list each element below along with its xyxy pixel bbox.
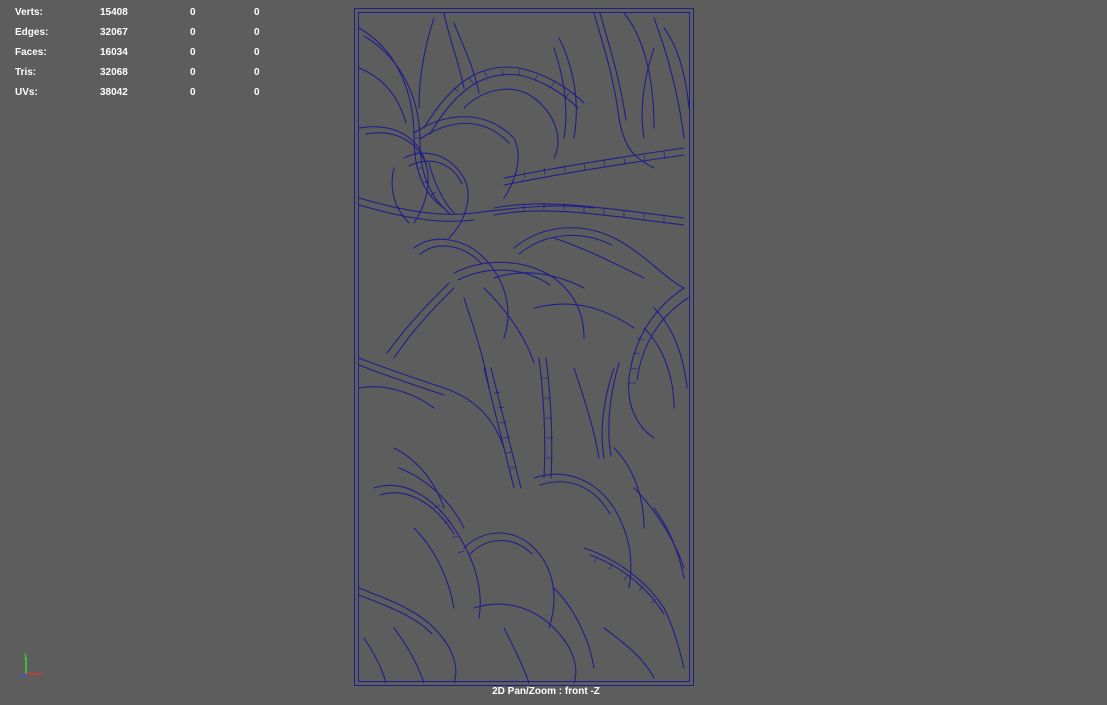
wireframe-mesh: [354, 8, 694, 686]
hud-value: 0: [254, 7, 260, 18]
camera-label: 2D Pan/Zoom : front -Z: [492, 686, 600, 697]
hud-label: UVs:: [15, 87, 38, 98]
hud-row-faces: Faces: 16034 0 0: [15, 43, 275, 63]
hud-value: 32067: [100, 27, 128, 38]
hud-label: Verts:: [15, 7, 43, 18]
hud-label: Faces:: [15, 47, 47, 58]
floral-panel-mesh[interactable]: [354, 8, 694, 686]
hud-value: 0: [254, 47, 260, 58]
viewport-3d[interactable]: Verts: 15408 0 0 Edges: 32067 0 0 Faces:…: [0, 0, 1107, 705]
svg-text:x: x: [40, 672, 43, 678]
hud-value: 0: [190, 67, 196, 78]
hud-value: 0: [190, 87, 196, 98]
hud-value: 0: [254, 27, 260, 38]
hud-value: 0: [254, 67, 260, 78]
hud-row-edges: Edges: 32067 0 0: [15, 23, 275, 43]
heads-up-display: Verts: 15408 0 0 Edges: 32067 0 0 Faces:…: [15, 3, 275, 103]
hud-value: 0: [190, 47, 196, 58]
hud-label: Tris:: [15, 67, 37, 78]
hud-row-verts: Verts: 15408 0 0: [15, 3, 275, 23]
hud-value: 0: [190, 7, 196, 18]
hud-value: 15408: [100, 7, 128, 18]
hud-value: 38042: [100, 87, 128, 98]
hud-row-tris: Tris: 32068 0 0: [15, 63, 275, 83]
hud-value: 0: [190, 27, 196, 38]
hud-value: 0: [254, 87, 260, 98]
hud-label: Edges:: [15, 27, 49, 38]
hud-value: 16034: [100, 47, 128, 58]
svg-text:y: y: [24, 653, 27, 659]
hud-value: 32068: [100, 67, 128, 78]
axis-gizmo-icon: y x: [18, 652, 50, 682]
hud-row-uvs: UVs: 38042 0 0: [15, 83, 275, 103]
